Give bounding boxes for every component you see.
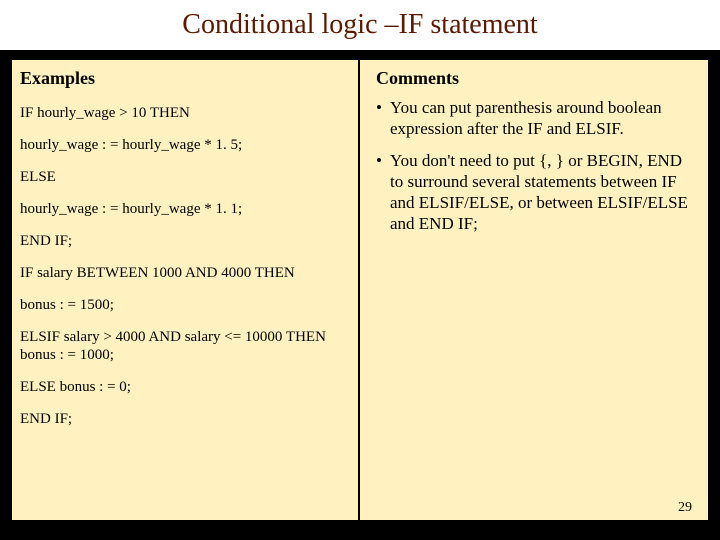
comment-bullet: • You don't need to put {, } or BEGIN, E… [376, 150, 698, 235]
comment-text: You don't need to put {, } or BEGIN, END… [390, 150, 698, 235]
code-line: IF hourly_wage > 10 THEN [20, 104, 348, 122]
slide-title: Conditional logic –IF statement [182, 9, 537, 41]
examples-heading: Examples [20, 68, 348, 89]
bullet-dot-icon: • [376, 97, 390, 140]
code-line: ELSE bonus : = 0; [20, 378, 348, 396]
code-line: END IF; [20, 232, 348, 250]
slide-root: Conditional logic –IF statement Examples… [0, 0, 720, 540]
code-line: ELSIF salary > 4000 AND salary <= 10000 … [20, 328, 348, 364]
code-line: hourly_wage : = hourly_wage * 1. 5; [20, 136, 348, 154]
code-line: ELSE [20, 168, 348, 186]
code-line: bonus : = 1500; [20, 296, 348, 314]
comments-column: Comments • You can put parenthesis aroun… [360, 60, 708, 520]
page-number: 29 [678, 500, 692, 516]
code-line: IF salary BETWEEN 1000 AND 4000 THEN [20, 264, 348, 282]
comment-text: You can put parenthesis around boolean e… [390, 97, 698, 140]
examples-column: Examples IF hourly_wage > 10 THEN hourly… [12, 60, 360, 520]
comment-bullet: • You can put parenthesis around boolean… [376, 97, 698, 140]
code-line: END IF; [20, 410, 348, 428]
slide-title-band: Conditional logic –IF statement [0, 0, 720, 50]
slide-body: Examples IF hourly_wage > 10 THEN hourly… [12, 60, 708, 520]
code-line: hourly_wage : = hourly_wage * 1. 1; [20, 200, 348, 218]
comments-heading: Comments [376, 68, 698, 89]
bullet-dot-icon: • [376, 150, 390, 235]
